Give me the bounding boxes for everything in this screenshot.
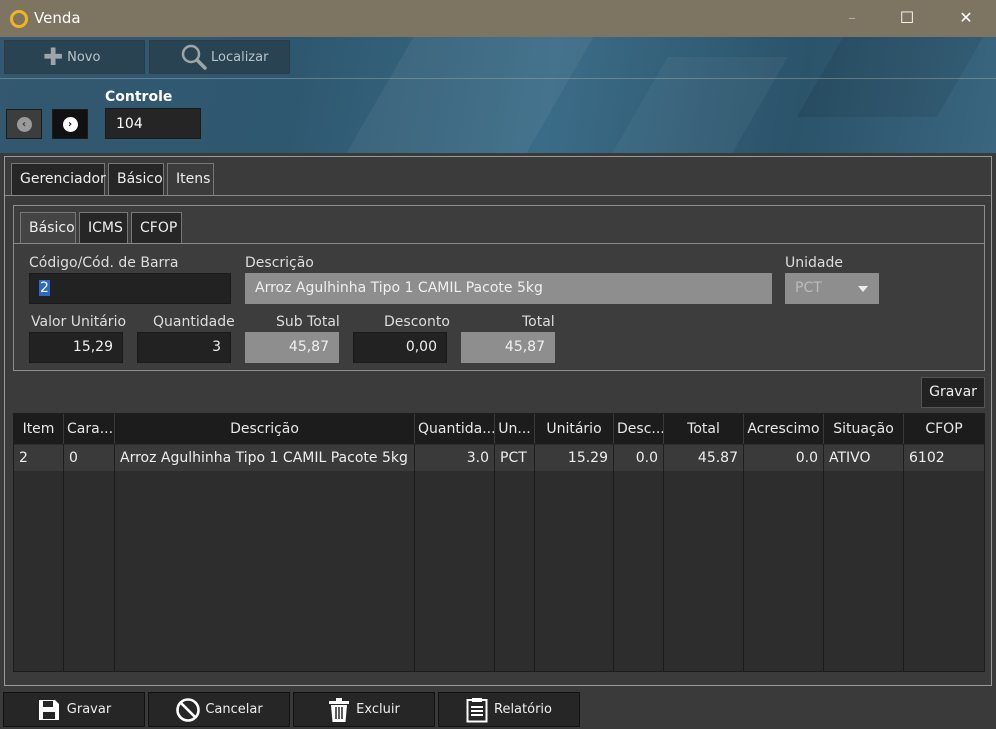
- descricao-input[interactable]: Arroz Agulhinha Tipo 1 CAMIL Pacote 5kg: [245, 273, 772, 304]
- descricao-label: Descrição: [245, 255, 314, 271]
- header-area: ✚ Novo Localizar ‹ › Controle 104: [0, 37, 996, 153]
- col-header-desc[interactable]: Desc...: [614, 414, 664, 444]
- tab-underline: [5, 195, 991, 196]
- close-button[interactable]: ✕: [952, 6, 980, 30]
- col-header-total[interactable]: Total: [664, 414, 744, 444]
- cell-desc: 0.0: [614, 445, 664, 471]
- app-logo-icon: [10, 10, 28, 28]
- cell-un: PCT: [495, 445, 535, 471]
- cell-item: 2: [14, 445, 64, 471]
- gravar-label: Gravar: [66, 702, 112, 717]
- bottom-toolbar: Gravar Cancelar Excluir Relatório: [0, 689, 996, 729]
- gravar-button[interactable]: Gravar: [3, 692, 145, 727]
- gravar-item-button[interactable]: Gravar: [921, 377, 985, 408]
- items-table: Item Cara... Descrição Quantida... Un...…: [13, 413, 985, 672]
- localizar-label: Localizar: [211, 49, 269, 65]
- item-form: Básico ICMS CFOP Código/Cód. de Barra 2 …: [13, 205, 985, 371]
- subtab-icms[interactable]: ICMS: [79, 212, 128, 243]
- unidade-label: Unidade: [785, 255, 843, 271]
- desconto-input[interactable]: 0,00: [353, 332, 447, 363]
- total-input: 45,87: [461, 332, 555, 363]
- title-bar: Venda – ☐ ✕: [0, 0, 996, 37]
- codigo-input[interactable]: 2: [29, 273, 231, 304]
- cell-total: 45.87: [664, 445, 744, 471]
- col-header-un[interactable]: Un...: [495, 414, 535, 444]
- subtab-cfop[interactable]: CFOP: [131, 212, 182, 243]
- next-record-button[interactable]: ›: [52, 109, 88, 139]
- total-label: Total: [522, 314, 555, 330]
- col-header-quantidade[interactable]: Quantida...: [415, 414, 495, 444]
- cell-cara: 0: [64, 445, 115, 471]
- desconto-label: Desconto: [384, 314, 450, 330]
- subtab-underline: [14, 243, 984, 244]
- cell-descricao: Arroz Agulhinha Tipo 1 CAMIL Pacote 5kg: [115, 445, 415, 471]
- col-header-situacao[interactable]: Situação: [824, 414, 904, 444]
- tab-itens[interactable]: Itens: [167, 163, 214, 195]
- plus-icon: ✚: [43, 43, 64, 71]
- trash-icon: [329, 697, 350, 722]
- subtotal-label: Sub Total: [276, 314, 340, 330]
- cancelar-button[interactable]: Cancelar: [148, 692, 290, 727]
- main-panel: Gerenciador Básico Itens Básico ICMS CFO…: [4, 156, 992, 686]
- minimize-button[interactable]: –: [838, 6, 866, 30]
- toolbar-separator: [0, 78, 996, 79]
- col-header-item[interactable]: Item: [14, 414, 64, 444]
- excluir-button[interactable]: Excluir: [293, 692, 435, 727]
- codigo-label: Código/Cód. de Barra: [29, 255, 179, 271]
- col-header-unitario[interactable]: Unitário: [535, 414, 614, 444]
- col-header-acrescimo[interactable]: Acrescimo: [744, 414, 824, 444]
- quantidade-input[interactable]: 3: [137, 332, 231, 363]
- relatorio-button[interactable]: Relatório: [438, 692, 580, 727]
- excluir-label: Excluir: [356, 702, 400, 717]
- col-header-descricao[interactable]: Descrição: [115, 414, 415, 444]
- col-header-cfop[interactable]: CFOP: [904, 414, 984, 444]
- quantidade-label: Quantidade: [153, 314, 235, 330]
- clipboard-icon: [466, 697, 488, 722]
- cancel-icon: [176, 697, 201, 722]
- col-header-cara[interactable]: Cara...: [64, 414, 115, 444]
- cell-quantidade: 3.0: [415, 445, 495, 471]
- cell-unitario: 15.29: [535, 445, 614, 471]
- controle-label: Controle: [105, 89, 173, 105]
- novo-label: Novo: [67, 49, 101, 65]
- cancelar-label: Cancelar: [205, 702, 263, 717]
- unidade-select[interactable]: PCT: [785, 273, 879, 304]
- cell-situacao: ATIVO: [824, 445, 904, 471]
- subtotal-input: 45,87: [245, 332, 339, 363]
- unidade-value: PCT: [795, 280, 822, 296]
- valor-unitario-label: Valor Unitário: [31, 314, 127, 330]
- novo-button[interactable]: ✚ Novo: [4, 40, 145, 74]
- chevron-right-icon: ›: [62, 116, 78, 132]
- cell-acrescimo: 0.0: [744, 445, 824, 471]
- chevron-down-icon: [858, 286, 868, 292]
- chevron-left-icon: ‹: [16, 116, 32, 132]
- localizar-button[interactable]: Localizar: [149, 40, 290, 74]
- save-icon: [38, 699, 59, 720]
- search-icon: [181, 44, 207, 70]
- tab-basico[interactable]: Básico: [108, 163, 164, 195]
- cell-cfop: 6102: [904, 445, 984, 471]
- window-title: Venda: [34, 9, 81, 27]
- valor-unitario-input[interactable]: 15,29: [29, 332, 123, 363]
- tab-gerenciador[interactable]: Gerenciador: [11, 163, 106, 195]
- relatorio-label: Relatório: [494, 702, 552, 717]
- maximize-button[interactable]: ☐: [893, 6, 921, 30]
- controle-field[interactable]: 104: [105, 108, 201, 139]
- prev-record-button[interactable]: ‹: [6, 109, 42, 139]
- subtab-basico[interactable]: Básico: [20, 212, 76, 243]
